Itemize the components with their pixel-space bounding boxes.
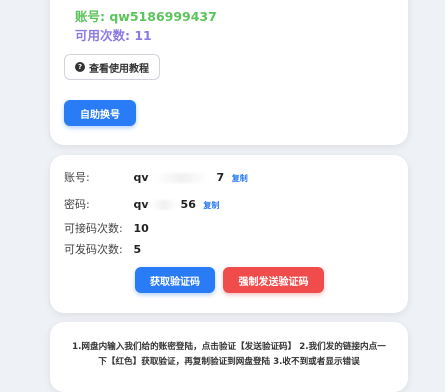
send-count-label: 可发码次数: [64,243,123,256]
copy-password-link[interactable]: 复制 [203,201,219,210]
receive-count-value: 10 [133,222,149,235]
copy-account-link[interactable]: 复制 [232,174,248,183]
account-card: 账号: qw5186999437 可用次数: 11 ? 查看使用教程 自助换号 [50,0,408,145]
password-row: 密码: qv 56 复制 [64,196,219,212]
force-send-code-button[interactable]: 强制发送验证码 [223,267,324,293]
account-label: 账号: [64,171,90,184]
available-count-line: 可用次数: 11 [75,25,152,44]
account-value: qw5186999437 [109,9,217,24]
instructions-text: 1.网盘内输入我们给的账密登陆，点击验证【发送验证码】 2.我们发的链接内点一下… [72,342,386,367]
get-code-button[interactable]: 获取验证码 [135,267,215,293]
question-circle-icon: ? [75,62,85,72]
account-label: 账号: [75,9,105,24]
receive-count-label: 可接码次数: [64,222,123,235]
receive-count-row: 可接码次数: 10 [64,220,149,236]
view-tutorial-button[interactable]: ? 查看使用教程 [64,54,160,80]
account-value-masked: qv 7 [133,171,225,184]
password-value-masked: qv 56 [133,198,196,211]
send-count-value: 5 [133,243,142,256]
password-label: 密码: [64,198,90,211]
credentials-card: 账号: qv 7 复制 密码: qv 56 复制 可接码次数: 10 可发码次数: … [50,155,408,313]
available-label: 可用次数: [75,28,130,43]
available-value: 11 [134,28,152,43]
redaction-blur [146,173,217,183]
account-row: 账号: qv 7 复制 [64,169,248,185]
account-line: 账号: qw5186999437 [75,6,217,25]
redaction-blur [146,200,181,210]
instructions-card: 1.网盘内输入我们给的账密登陆，点击验证【发送验证码】 2.我们发的链接内点一下… [50,322,408,392]
send-count-row: 可发码次数: 5 [64,241,141,257]
self-service-switch-button[interactable]: 自助换号 [64,100,136,126]
view-tutorial-label: 查看使用教程 [89,63,149,75]
